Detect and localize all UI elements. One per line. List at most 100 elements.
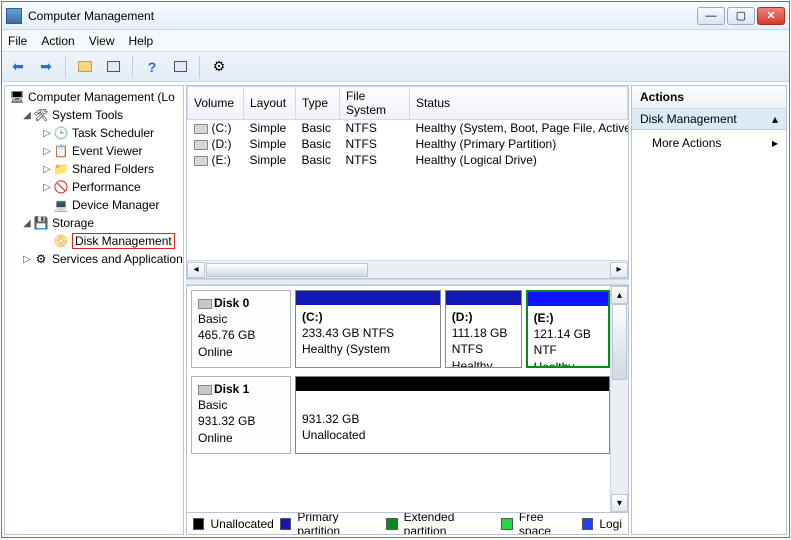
tree-device-manager[interactable]: 💻 Device Manager (5, 196, 183, 214)
tree-system-tools[interactable]: ◢ 🛠 System Tools (5, 106, 183, 124)
volume-row[interactable]: (D:) Simple Basic NTFS Healthy (Primary … (188, 136, 628, 152)
actions-header: Actions (632, 86, 786, 109)
legend-swatch-extended (386, 518, 397, 530)
back-button[interactable]: ⬅ (6, 55, 30, 79)
col-volume[interactable]: Volume (188, 87, 244, 120)
legend-swatch-logical (582, 518, 593, 530)
maximize-button[interactable]: ▢ (727, 7, 755, 25)
expand-icon[interactable]: ▷ (41, 182, 53, 193)
tree-label: Device Manager (72, 198, 159, 212)
tree-performance[interactable]: ▷ 🚫 Performance (5, 178, 183, 196)
menu-file[interactable]: File (8, 34, 27, 48)
tree-task-scheduler[interactable]: ▷ 🕒 Task Scheduler (5, 124, 183, 142)
volume-row[interactable]: (C:) Simple Basic NTFS Healthy (System, … (188, 120, 628, 137)
tree-services[interactable]: ▷ ⚙ Services and Application (5, 250, 183, 268)
titlebar[interactable]: Computer Management — ▢ ✕ (2, 2, 789, 30)
collapse-icon[interactable]: ▴ (772, 112, 778, 126)
tree-label: Performance (72, 180, 141, 194)
disk-map-vscroll[interactable]: ▴ ▾ (610, 286, 628, 512)
scroll-left-icon[interactable]: ◂ (187, 262, 205, 278)
chevron-right-icon: ▸ (772, 136, 778, 150)
tree-storage[interactable]: ◢ 💾 Storage (5, 214, 183, 232)
disk-icon (198, 299, 212, 309)
computer-icon: 🖥 (9, 89, 25, 105)
legend-swatch-free (501, 518, 512, 530)
tree-shared-folders[interactable]: ▷ 📁 Shared Folders (5, 160, 183, 178)
storage-icon: 💾 (33, 215, 49, 231)
actions-section[interactable]: Disk Management ▴ (632, 109, 786, 130)
col-fs[interactable]: File System (340, 87, 410, 120)
partition-e[interactable]: (E:) 121.14 GB NTF Healthy (Logic (526, 290, 610, 368)
tree-label: Event Viewer (72, 144, 142, 158)
disk-row[interactable]: Disk 0 Basic 465.76 GB Online (C:) 233.4… (191, 290, 610, 368)
scroll-up-icon[interactable]: ▴ (611, 286, 628, 304)
disk-label-block[interactable]: Disk 0 Basic 465.76 GB Online (191, 290, 291, 368)
up-button[interactable] (73, 55, 97, 79)
expand-icon[interactable]: ▷ (41, 128, 53, 139)
drive-icon (194, 124, 208, 134)
col-status[interactable]: Status (410, 87, 628, 120)
scroll-down-icon[interactable]: ▾ (611, 494, 628, 512)
tree-event-viewer[interactable]: ▷ 📋 Event Viewer (5, 142, 183, 160)
collapse-icon[interactable]: ◢ (21, 218, 33, 229)
tree-label: Storage (52, 216, 94, 230)
performance-icon: 🚫 (53, 179, 69, 195)
disk-icon: 📀 (53, 233, 69, 249)
view-button[interactable] (168, 55, 192, 79)
disk-icon (198, 385, 212, 395)
window-title: Computer Management (28, 9, 697, 23)
app-icon (6, 8, 22, 24)
tree-label: Computer Management (Lo (28, 90, 175, 104)
help-button[interactable]: ? (140, 55, 164, 79)
legend-swatch-primary (280, 518, 291, 530)
partition-c[interactable]: (C:) 233.43 GB NTFS Healthy (System (295, 290, 441, 368)
device-icon: 💻 (53, 197, 69, 213)
expand-icon[interactable]: ▷ (41, 146, 53, 157)
services-icon: ⚙ (33, 251, 49, 267)
navigation-tree[interactable]: 🖥 Computer Management (Lo ◢ 🛠 System Too… (4, 85, 184, 535)
tree-label: Task Scheduler (72, 126, 154, 140)
menubar: File Action View Help (2, 30, 789, 52)
volume-row[interactable]: (E:) Simple Basic NTFS Healthy (Logical … (188, 152, 628, 168)
shared-folder-icon: 📁 (53, 161, 69, 177)
clock-icon: 🕒 (53, 125, 69, 141)
legend-swatch-unallocated (193, 518, 204, 530)
scroll-thumb[interactable] (206, 263, 368, 277)
volume-list[interactable]: Volume Layout Type File System Status (C… (186, 85, 629, 279)
tree-label: Shared Folders (72, 162, 154, 176)
menu-action[interactable]: Action (41, 34, 74, 48)
main-content: Volume Layout Type File System Status (C… (186, 85, 629, 535)
menu-help[interactable]: Help (129, 34, 154, 48)
menu-view[interactable]: View (89, 34, 115, 48)
col-type[interactable]: Type (296, 87, 340, 120)
close-button[interactable]: ✕ (757, 7, 785, 25)
tree-label: Services and Application (52, 252, 183, 266)
drive-icon (194, 156, 208, 166)
disk-map: Disk 0 Basic 465.76 GB Online (C:) 233.4… (186, 285, 629, 513)
tree-label: System Tools (52, 108, 123, 122)
settings-button[interactable]: ⚙ (207, 55, 231, 79)
expand-icon[interactable]: ▷ (21, 254, 33, 265)
tree-disk-management[interactable]: 📀 Disk Management (5, 232, 183, 250)
actions-pane: Actions Disk Management ▴ More Actions ▸ (631, 85, 787, 535)
scroll-right-icon[interactable]: ▸ (610, 262, 628, 278)
scroll-thumb[interactable] (612, 304, 627, 380)
tree-label-selected: Disk Management (72, 233, 175, 249)
actions-more[interactable]: More Actions ▸ (632, 130, 786, 156)
disk-label-block[interactable]: Disk 1 Basic 931.32 GB Online (191, 376, 291, 454)
show-hide-tree-button[interactable] (101, 55, 125, 79)
expand-icon[interactable]: ▷ (41, 164, 53, 175)
computer-management-window: Computer Management — ▢ ✕ File Action Vi… (1, 1, 790, 538)
toolbar: ⬅ ➡ ? ⚙ (2, 52, 789, 82)
volume-list-hscroll[interactable]: ◂ ▸ (187, 260, 628, 278)
disk-row[interactable]: Disk 1 Basic 931.32 GB Online 931.32 GB … (191, 376, 610, 454)
collapse-icon[interactable]: ◢ (21, 110, 33, 121)
partition-d[interactable]: (D:) 111.18 GB NTFS Healthy (Prima (445, 290, 522, 368)
partition-unallocated[interactable]: 931.32 GB Unallocated (295, 376, 610, 454)
tree-root[interactable]: 🖥 Computer Management (Lo (5, 88, 183, 106)
col-layout[interactable]: Layout (244, 87, 296, 120)
minimize-button[interactable]: — (697, 7, 725, 25)
event-icon: 📋 (53, 143, 69, 159)
drive-icon (194, 140, 208, 150)
forward-button[interactable]: ➡ (34, 55, 58, 79)
